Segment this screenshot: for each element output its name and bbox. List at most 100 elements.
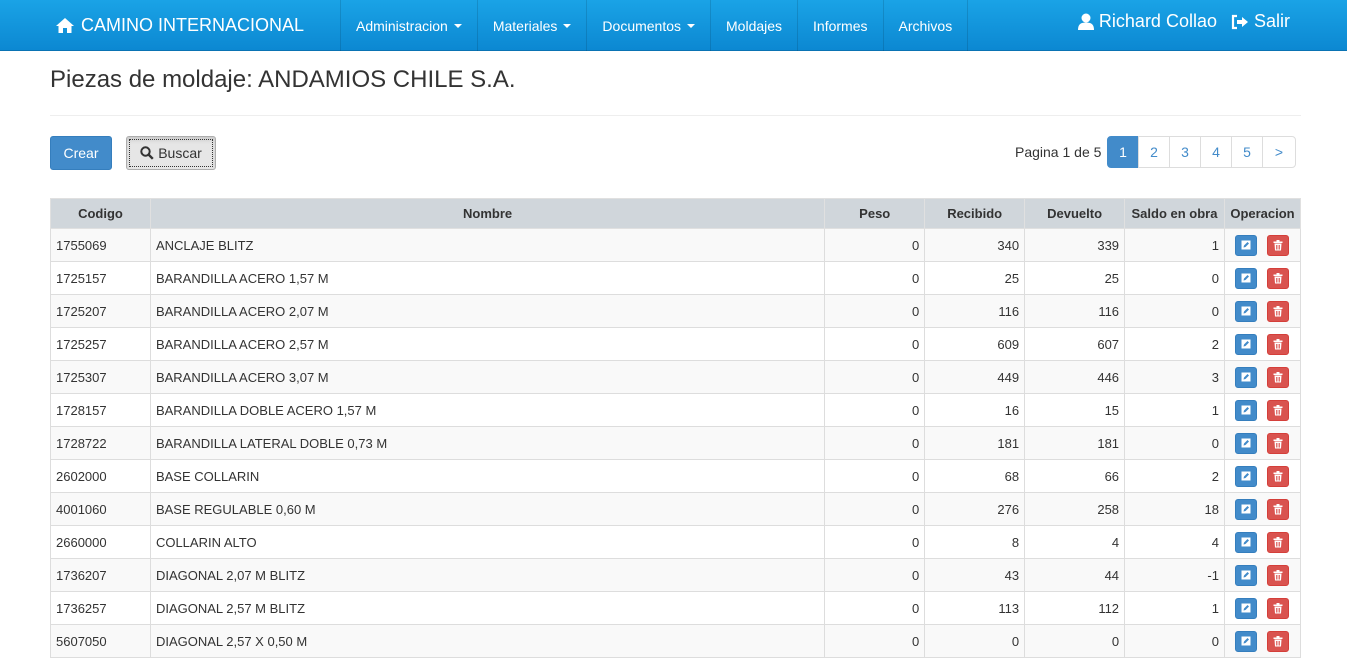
cell-codigo: 1736257 [50,591,151,625]
trash-icon [1273,338,1283,349]
cell-recibido: 25 [924,261,1026,295]
cell-peso: 0 [824,327,926,361]
table-row: 5607050 DIAGONAL 2,57 X 0,50 M0000 [50,624,1302,658]
cell-peso: 0 [824,525,926,559]
menu-item-documentos[interactable]: Documentos [587,0,712,51]
cell-recibido: 181 [924,426,1026,460]
table-row: 1736257 DIAGONAL 2,57 M BLITZ 0 113 112 1 [50,591,1302,625]
brand-label: CAMINO INTERNACIONAL [81,15,305,35]
cell-codigo: 5607050 [50,624,151,658]
page-info: Pagina 1 de 5 [1015,144,1102,160]
edit-button[interactable] [1235,267,1258,289]
sign-out-icon [1231,14,1248,29]
delete-button[interactable] [1267,498,1290,520]
edit-icon [1241,471,1251,481]
caret-down-icon [687,23,696,28]
cell-recibido: 43 [924,558,1026,592]
edit-button[interactable] [1235,432,1258,454]
page-link-1[interactable]: 1 [1107,136,1139,168]
delete-button[interactable] [1267,531,1290,553]
edit-button[interactable] [1235,333,1258,355]
edit-button[interactable] [1235,597,1258,619]
table-row: 1725157 BARANDILLA ACERO 1,57 M 0 25 25 0 [50,261,1302,295]
table-row: 1728157 BARANDILLA DOBLE ACERO 1,57 M 0 16 1… [50,393,1302,427]
search-button[interactable]: Buscar [126,136,216,170]
delete-button[interactable] [1267,300,1290,322]
cell-operacion [1223,228,1302,262]
edit-button[interactable] [1235,234,1258,256]
delete-button[interactable] [1267,465,1290,487]
page-link-3[interactable]: 3 [1169,136,1201,168]
cell-peso: 0 [824,624,926,658]
delete-button[interactable] [1267,333,1290,355]
cell-codigo: 1728157 [50,393,151,427]
cell-recibido: 609 [924,327,1026,361]
cell-codigo: 2660000 [50,525,151,559]
page-link-2[interactable]: 2 [1138,136,1170,168]
cell-operacion [1223,525,1302,559]
trash-icon [1273,602,1283,613]
cell-operacion [1223,327,1302,361]
edit-button[interactable] [1235,300,1258,322]
logout-link[interactable]: Salir [1231,11,1290,32]
cell-saldo: 3 [1124,360,1225,394]
delete-button[interactable] [1267,432,1290,454]
col-peso: Peso [824,198,926,229]
menu-item-moldajes[interactable]: Moldajes [711,0,799,51]
cell-operacion [1223,294,1302,328]
delete-button[interactable] [1267,234,1290,256]
search-button-label: Buscar [158,145,202,161]
edit-icon [1241,603,1251,613]
delete-button[interactable] [1267,597,1290,619]
cell-saldo: 1 [1124,228,1225,262]
delete-button[interactable] [1267,399,1290,421]
cell-saldo: 0 [1124,426,1225,460]
table-row: 1736207 DIAGONAL 2,07 M BLITZ 0 43 44 -1 [50,558,1302,592]
divider [50,115,1301,116]
table-row: 1725307 BARANDILLA ACERO 3,07 M 0 449 446 3 [50,360,1302,394]
menu-item-informes[interactable]: Informes [798,0,884,51]
page-link-4[interactable]: 4 [1200,136,1232,168]
cell-devuelto: 4 [1024,525,1126,559]
edit-button[interactable] [1235,630,1258,652]
cell-peso: 0 [824,558,926,592]
cell-operacion [1223,591,1302,625]
user-link[interactable]: Richard Collao [1077,11,1217,32]
cell-devuelto: 446 [1024,360,1126,394]
table-row: 2602000 BASE COLLARIN 0 68 66 2 [50,459,1302,493]
cell-operacion [1223,426,1302,460]
edit-button[interactable] [1235,465,1258,487]
edit-icon [1241,405,1251,415]
cell-recibido: 68 [924,459,1026,493]
col-operacion: Operacion [1223,198,1302,229]
cell-nombre: BARANDILLA ACERO 3,07 M [149,360,826,394]
next-page-link[interactable]: > [1262,136,1296,168]
trash-icon [1273,470,1283,481]
delete-button[interactable] [1267,564,1290,586]
cell-operacion [1223,261,1302,295]
edit-icon [1241,570,1251,580]
page-link-5[interactable]: 5 [1231,136,1263,168]
cell-saldo: 1 [1124,591,1225,625]
col-recibido: Recibido [924,198,1026,229]
edit-button[interactable] [1235,498,1258,520]
table-row: 1725257 BARANDILLA ACERO 2,57 M 0 609 607 2 [50,327,1302,361]
menu-item-administracion[interactable]: Administracion [341,0,478,51]
menu-item-materiales[interactable]: Materiales [478,0,588,51]
brand-link[interactable]: CAMINO INTERNACIONAL [55,0,304,51]
edit-icon [1241,636,1251,646]
cell-saldo: 4 [1124,525,1225,559]
edit-button[interactable] [1235,366,1258,388]
trash-icon [1273,569,1283,580]
delete-button[interactable] [1267,366,1290,388]
edit-button[interactable] [1235,564,1258,586]
create-button[interactable]: Crear [50,136,112,170]
menu-item-archivos[interactable]: Archivos [884,0,969,51]
logout-label: Salir [1253,11,1290,31]
edit-button[interactable] [1235,531,1258,553]
trash-icon [1273,305,1283,316]
cell-saldo: 1 [1124,393,1225,427]
delete-button[interactable] [1267,267,1290,289]
edit-button[interactable] [1235,399,1258,421]
delete-button[interactable] [1267,630,1290,652]
